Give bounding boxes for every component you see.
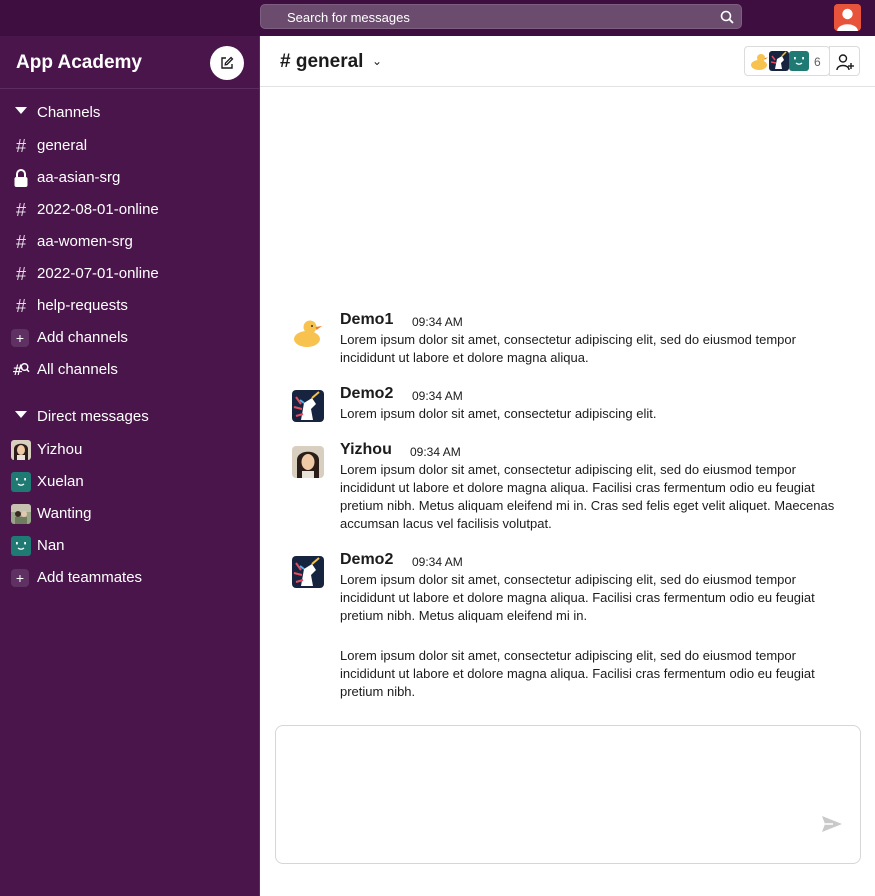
- sidebar-item-help-requests[interactable]: # help-requests: [0, 289, 259, 321]
- member-count: 6: [814, 55, 821, 69]
- avatar: [11, 536, 31, 556]
- sidebar-item-label: help-requests: [37, 297, 128, 314]
- user-icon: [834, 4, 861, 31]
- members-button[interactable]: 6: [744, 46, 830, 76]
- dm-item-label: Xuelan: [37, 473, 84, 490]
- add-person-icon: [836, 54, 854, 71]
- plus-icon: +: [11, 329, 29, 347]
- message-text: Lorem ipsum dolor sit amet, consectetur …: [340, 462, 835, 531]
- caret-down-icon: [15, 411, 27, 418]
- all-channels-button[interactable]: # All channels: [0, 353, 259, 385]
- message-author[interactable]: Demo1: [340, 311, 393, 329]
- send-icon[interactable]: [820, 814, 844, 834]
- sidebar-item-label: 2022-07-01-online: [37, 265, 159, 282]
- member-avatar-unicorn: [769, 51, 789, 71]
- message-time[interactable]: 09:34 AM: [412, 555, 463, 569]
- add-teammates-label: Add teammates: [37, 569, 143, 586]
- hash-icon: #: [15, 200, 26, 220]
- dm-header-label: Direct messages: [37, 408, 149, 425]
- message-time[interactable]: 09:34 AM: [410, 445, 461, 459]
- workspace-name[interactable]: App Academy: [16, 52, 142, 74]
- browse-channels-icon: #: [11, 360, 31, 380]
- dm-item-wanting[interactable]: Wanting: [0, 497, 259, 529]
- search-icon[interactable]: [720, 10, 734, 24]
- user-avatar[interactable]: [834, 4, 861, 31]
- sidebar-item-label: 2022-08-01-online: [37, 201, 159, 218]
- hash-icon: #: [15, 232, 26, 252]
- avatar: [11, 440, 31, 460]
- member-avatar-duck: [749, 51, 769, 71]
- avatar-duck[interactable]: [292, 316, 324, 348]
- top-bar: Search for messages: [0, 0, 875, 36]
- message-text: Lorem ipsum dolor sit amet, consectetur …: [340, 332, 796, 365]
- sidebar-item-aa-women-srg[interactable]: # aa-women-srg: [0, 225, 259, 257]
- member-avatar-teal: [789, 51, 809, 71]
- message-composer[interactable]: [275, 725, 861, 864]
- avatar: [11, 504, 31, 524]
- sidebar-item-2022-07-01-online[interactable]: # 2022-07-01-online: [0, 257, 259, 289]
- add-member-button[interactable]: [829, 46, 860, 76]
- dm-item-xuelan[interactable]: Xuelan: [0, 465, 259, 497]
- hash-icon: #: [15, 264, 26, 284]
- message-text: Lorem ipsum dolor sit amet, consectetur …: [340, 572, 815, 623]
- channels-header-label: Channels: [37, 104, 101, 121]
- sidebar-item-label: general: [37, 137, 88, 154]
- dm-item-label: Nan: [37, 537, 65, 554]
- caret-down-icon: [15, 107, 27, 114]
- dm-item-label: Yizhou: [37, 441, 83, 458]
- sidebar-item-label: aa-asian-srg: [37, 169, 121, 186]
- compose-icon: [221, 56, 234, 69]
- avatar-unicorn[interactable]: [292, 390, 324, 422]
- sidebar-item-general[interactable]: # general: [0, 129, 259, 161]
- add-channels-button[interactable]: + Add channels: [0, 321, 259, 353]
- search-placeholder: Search for messages: [287, 10, 410, 25]
- dm-item-label: Wanting: [37, 505, 92, 522]
- channel-header: # general ⌄ 6: [260, 36, 875, 87]
- hash-icon: #: [15, 296, 26, 316]
- dm-item-yizhou[interactable]: Yizhou: [0, 433, 259, 465]
- search-bar[interactable]: Search for messages: [260, 4, 742, 29]
- chevron-down-icon[interactable]: ⌄: [372, 54, 382, 68]
- hash-icon: #: [15, 136, 26, 156]
- message-time[interactable]: 09:34 AM: [412, 389, 463, 403]
- channel-title[interactable]: # general: [280, 51, 363, 73]
- avatar-photo[interactable]: [292, 446, 324, 478]
- message-text: Lorem ipsum dolor sit amet, consectetur …: [340, 406, 657, 421]
- sidebar: App Academy Channels # general aa-asian-…: [0, 36, 260, 896]
- message-time[interactable]: 09:34 AM: [412, 315, 463, 329]
- sidebar-item-label: aa-women-srg: [37, 233, 133, 250]
- message-author[interactable]: Demo2: [340, 551, 393, 569]
- compose-button[interactable]: [210, 46, 244, 80]
- avatar: [11, 472, 31, 492]
- avatar-unicorn[interactable]: [292, 556, 324, 588]
- dm-item-nan[interactable]: Nan: [0, 529, 259, 561]
- workspace-header: App Academy: [0, 36, 259, 89]
- dm-section-header[interactable]: Direct messages: [0, 400, 259, 432]
- sidebar-item-2022-08-01-online[interactable]: # 2022-08-01-online: [0, 193, 259, 225]
- message-author[interactable]: Yizhou: [340, 441, 392, 459]
- message-author[interactable]: Demo2: [340, 385, 393, 403]
- plus-icon: +: [11, 569, 29, 587]
- message-text: Lorem ipsum dolor sit amet, consectetur …: [340, 648, 815, 699]
- sidebar-item-aa-asian-srg[interactable]: aa-asian-srg: [0, 161, 259, 193]
- lock-icon: [11, 168, 31, 188]
- all-channels-label: All channels: [37, 361, 118, 378]
- add-teammates-button[interactable]: + Add teammates: [0, 561, 259, 593]
- add-channels-label: Add channels: [37, 329, 128, 346]
- channels-section-header[interactable]: Channels: [0, 96, 259, 128]
